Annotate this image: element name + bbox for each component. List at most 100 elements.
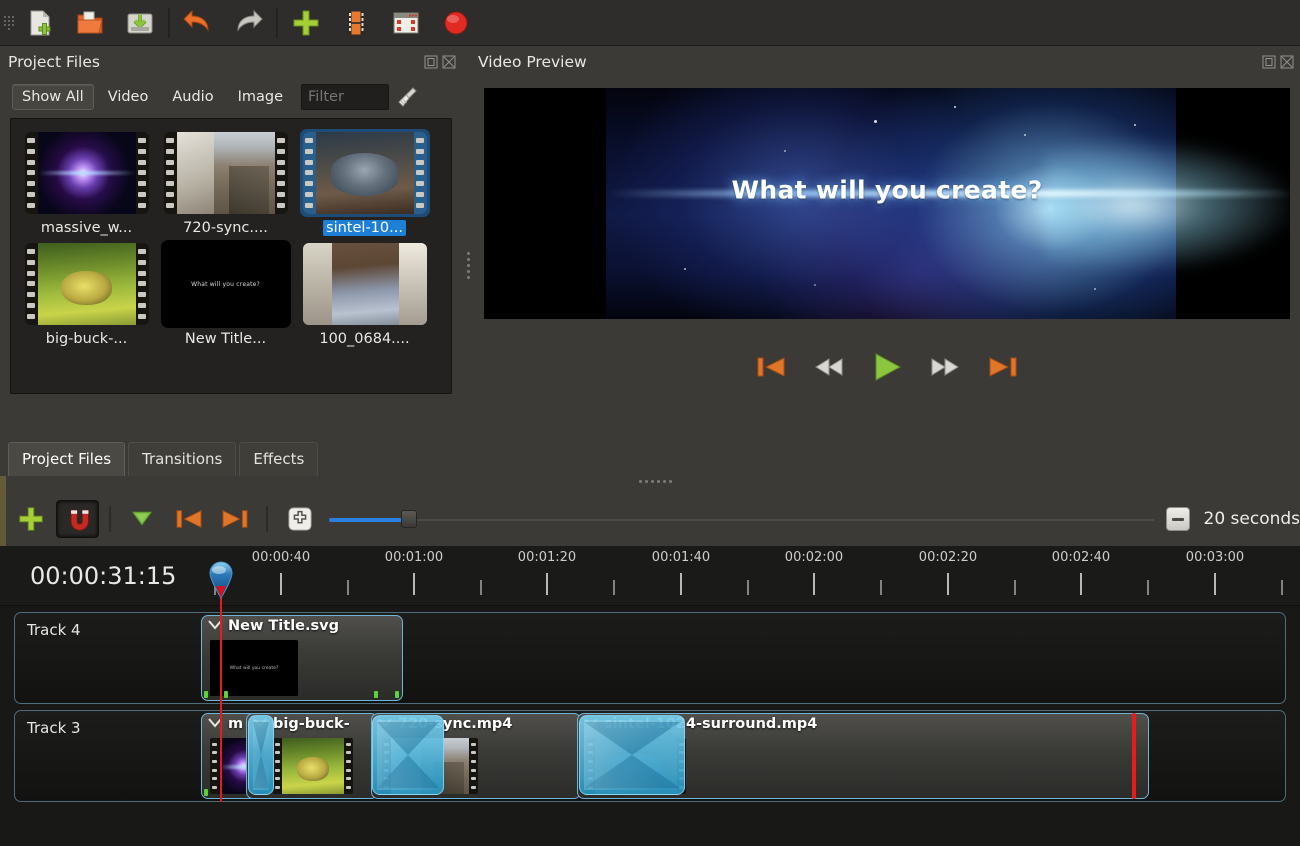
- timeline-jump-start-button[interactable]: [167, 500, 209, 538]
- track-label: Track 3: [27, 719, 81, 737]
- center-playhead-button[interactable]: [278, 500, 320, 538]
- clip-card-text: What will you create?: [230, 666, 279, 671]
- fast-forward-button[interactable]: [928, 350, 962, 384]
- jump-to-end-button[interactable]: [986, 350, 1020, 384]
- file-label: 100_0684....: [316, 331, 412, 347]
- panel-tab-bar: Project Files Transitions Effects: [0, 438, 462, 476]
- tab-effects[interactable]: Effects: [239, 442, 318, 476]
- file-item-massive[interactable]: massive_w...: [17, 129, 156, 236]
- timeline-toolbar: 20 seconds: [0, 494, 1300, 544]
- zoom-out-button[interactable]: [1166, 507, 1189, 531]
- ruler-label: 00:01:40: [652, 550, 710, 565]
- tab-project-files[interactable]: Project Files: [8, 442, 125, 476]
- timeline-transition-1[interactable]: [248, 715, 274, 795]
- minus-icon: [1172, 518, 1184, 521]
- filter-image-button[interactable]: Image: [228, 84, 293, 110]
- magnet-icon: [65, 506, 91, 532]
- project-files-title-bar: Project Files: [0, 46, 462, 78]
- razor-tool-button[interactable]: [121, 500, 163, 538]
- zoom-slider-track: [409, 519, 1154, 521]
- search-input[interactable]: [301, 84, 389, 110]
- undo-button[interactable]: [174, 3, 222, 43]
- file-thumbnail: [161, 129, 291, 217]
- file-thumbnail: [22, 240, 152, 328]
- jump-to-start-button[interactable]: [754, 350, 788, 384]
- playhead-marker[interactable]: [207, 560, 235, 598]
- timeline-zoom-slider[interactable]: [329, 509, 1154, 529]
- fullscreen-button[interactable]: [382, 3, 430, 43]
- import-files-button[interactable]: [282, 3, 330, 43]
- timeline-jump-end-button[interactable]: [214, 500, 256, 538]
- video-preview-panel: Video Preview: [470, 46, 1300, 476]
- clip-title: m: [228, 716, 243, 732]
- zoom-level-label: 20 seconds: [1204, 509, 1300, 529]
- file-item-720-sync[interactable]: 720-sync....: [156, 129, 295, 236]
- timeline-transition-3[interactable]: [579, 715, 685, 795]
- ruler-label: 00:02:00: [785, 550, 843, 565]
- openshot-window: Project Files Show All Video Audio Image: [0, 0, 1300, 846]
- export-video-button[interactable]: [432, 3, 480, 43]
- ruler-label: 00:02:40: [1052, 550, 1110, 565]
- filter-audio-button[interactable]: Audio: [162, 84, 223, 110]
- timeline-track-4[interactable]: Track 4 New Title.svg What will you crea…: [14, 612, 1286, 704]
- close-dock-icon[interactable]: [1280, 55, 1294, 69]
- broom-icon[interactable]: [395, 84, 421, 110]
- video-preview-canvas[interactable]: What will you create?: [484, 88, 1290, 319]
- zoom-slider-handle[interactable]: [401, 510, 417, 528]
- new-project-button[interactable]: [16, 3, 64, 43]
- toolbar-grip[interactable]: [4, 8, 14, 38]
- plus-icon: [291, 8, 321, 38]
- file-thumbnail: What will you create?: [161, 240, 291, 328]
- file-label: massive_w...: [38, 220, 135, 236]
- ruler-label: 00:01:00: [385, 550, 443, 565]
- tab-transitions[interactable]: Transitions: [128, 442, 236, 476]
- open-folder-icon: [75, 8, 105, 38]
- timeline-transition-2[interactable]: [372, 715, 444, 795]
- ruler-label: 00:02:20: [919, 550, 977, 565]
- file-item-sintel[interactable]: sintel-10...: [295, 129, 434, 236]
- project-files-grid[interactable]: massive_w... 720-sync....: [10, 118, 452, 394]
- rewind-button[interactable]: [812, 350, 846, 384]
- timeline-clip-new-title[interactable]: New Title.svg What will you create?: [201, 615, 403, 701]
- project-files-title: Project Files: [8, 53, 100, 71]
- rewind-icon: [814, 354, 844, 380]
- timeline-area: 00:00:31:15 00:00:40 00:01:00 00:01:20 0…: [0, 546, 1300, 846]
- toolbar-separator: [168, 8, 170, 38]
- open-project-button[interactable]: [66, 3, 114, 43]
- playback-controls: [484, 341, 1290, 393]
- choose-profile-button[interactable]: [332, 3, 380, 43]
- center-crosshair-icon: [287, 506, 313, 532]
- snapping-toggle-button[interactable]: [56, 500, 99, 538]
- close-dock-icon[interactable]: [442, 55, 456, 69]
- redo-button[interactable]: [224, 3, 272, 43]
- preview-glow: [1044, 134, 1290, 277]
- filter-show-all-button[interactable]: Show All: [12, 84, 94, 110]
- float-dock-icon[interactable]: [1262, 55, 1276, 69]
- preview-overlay-text: What will you create?: [484, 175, 1290, 204]
- project-files-panel: Project Files Show All Video Audio Image: [0, 46, 462, 476]
- file-item-100-0684[interactable]: 100_0684....: [295, 240, 434, 347]
- ruler-label: 00:00:40: [252, 550, 310, 565]
- toolbar-separator: [109, 506, 111, 532]
- horizontal-splitter[interactable]: [630, 476, 680, 486]
- jump-start-icon: [756, 354, 786, 380]
- play-button[interactable]: [870, 350, 904, 384]
- timeline-track-3[interactable]: Track 3 m big-buck-: [14, 710, 1286, 802]
- file-thumbnail: [300, 240, 430, 328]
- add-track-button[interactable]: [10, 500, 52, 538]
- redo-arrow-icon: [233, 8, 263, 38]
- current-timecode: 00:00:31:15: [30, 562, 176, 590]
- fast-forward-icon: [930, 354, 960, 380]
- undo-arrow-icon: [183, 8, 213, 38]
- file-label: big-buck-...: [43, 331, 131, 347]
- timeline-ruler[interactable]: 00:00:31:15 00:00:40 00:01:00 00:01:20 0…: [0, 546, 1300, 606]
- file-filter-row: Show All Video Audio Image: [0, 78, 462, 118]
- new-file-icon: [25, 8, 55, 38]
- filter-video-button[interactable]: Video: [98, 84, 159, 110]
- file-label: sintel-10...: [323, 220, 406, 236]
- file-item-big-buck[interactable]: big-buck-...: [17, 240, 156, 347]
- save-project-button[interactable]: [116, 3, 164, 43]
- grid-frames-icon: [391, 8, 421, 38]
- float-dock-icon[interactable]: [424, 55, 438, 69]
- file-item-new-title[interactable]: What will you create? New Title...: [156, 240, 295, 347]
